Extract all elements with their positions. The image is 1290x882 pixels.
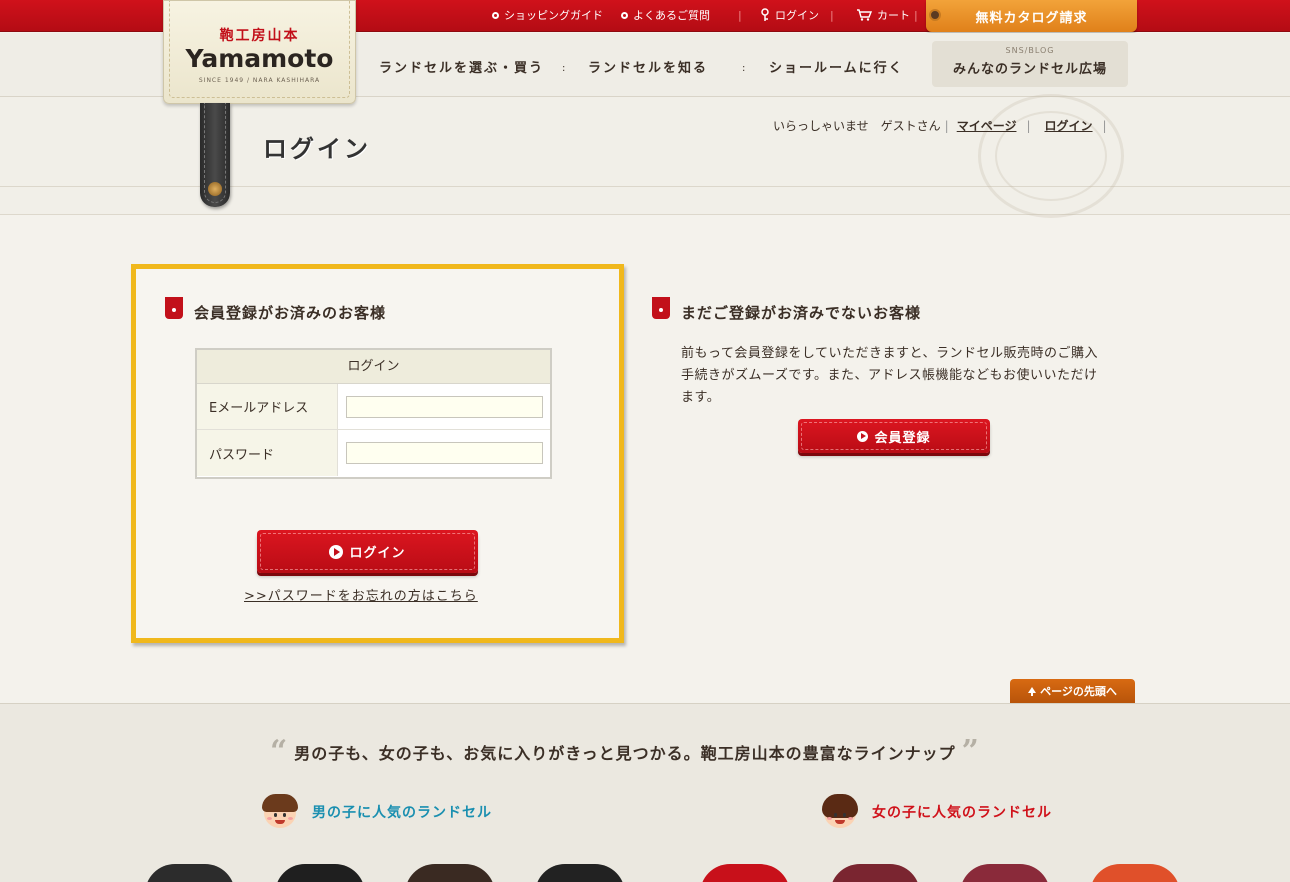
login-table-header: ログイン [197,350,550,384]
boys-randoseru-link[interactable]: 男の子に人気のランドセル [312,802,492,822]
boy-icon [261,792,299,830]
girl-icon [821,792,859,830]
password-row: パスワード [197,430,550,476]
greeting-text: いらっしゃいませ ゲストさん [773,119,941,133]
divider: | [738,8,742,22]
sns-caption: SNS/BLOG [1005,46,1055,55]
lineup-section [0,703,1290,882]
key-icon [761,8,769,21]
login-form-table: ログイン Eメールアドレス パスワード [195,348,552,479]
arrow-up-icon [1028,687,1037,696]
guest-heading: まだご登録がお済みでないお客様 [681,304,922,322]
free-catalog-button[interactable]: 無料カタログ請求 [926,0,1137,32]
divider: | [914,8,918,22]
top-login-link[interactable]: ログイン [760,7,819,23]
logo-jp: 鞄工房山本 [219,28,300,44]
bullet-icon [621,11,628,19]
password-input[interactable] [346,442,543,464]
bullet-icon [492,11,499,19]
rivet-icon [929,9,941,21]
logo-since: SINCE 1949 / NARA KASHIHARA [198,77,321,84]
leather-strap-decoration [200,103,230,207]
email-row: Eメールアドレス [197,384,550,430]
nav-separator: : [742,63,746,74]
play-icon [329,544,344,559]
register-button[interactable]: 会員登録 [798,419,990,453]
lineup-heading: “ 男の子も、女の子も、お気に入りがきっと見つかる。鞄工房山本の豊富なラインナッ… [270,734,980,769]
faq-link[interactable]: よくあるご質問 [621,7,710,23]
login-button[interactable]: ログイン [257,530,478,573]
girls-randoseru-link[interactable]: 女の子に人気のランドセル [872,802,1052,822]
greeting-login-link[interactable]: ログイン [1045,117,1093,134]
page-title: ログイン [263,135,371,163]
email-label: Eメールアドレス [197,384,338,429]
nav-separator: : [562,63,566,74]
cart-icon [857,9,872,21]
play-icon [857,430,869,442]
nav-learn[interactable]: ランドセルを知る [588,57,708,76]
nav-choose-buy[interactable]: ランドセルを選ぶ・買う [379,57,544,76]
email-input[interactable] [346,395,543,418]
shopping-guide-link[interactable]: ショッピングガイド [492,7,603,23]
member-heading: 会員登録がお済みのお客様 [194,304,387,322]
close-quote-icon: ” [961,734,980,769]
nav-showroom[interactable]: ショールームに行く [769,57,904,76]
page-top-button[interactable]: ページの先頭へ [1010,679,1135,703]
logo-en: Yamamoto [185,44,334,73]
site-logo[interactable]: 鞄工房山本 Yamamoto SINCE 1949 / NARA KASHIHA… [163,0,356,104]
open-quote-icon: “ [270,734,289,769]
forgot-password-link[interactable]: >>パスワードをお忘れの方はこちら [244,585,478,604]
cart-link[interactable]: カート [856,7,910,23]
divider: | [830,8,834,22]
sns-label: みんなのランドセル広場 [952,62,1107,77]
ribbon-icon [165,297,183,319]
stud-icon [208,182,222,196]
sns-blog-button[interactable]: SNS/BLOG みんなのランドセル広場 [932,41,1128,87]
brand-stamp-watermark [978,94,1124,218]
password-label: パスワード [197,430,338,476]
greeting-bar: いらっしゃいませ ゲストさん | マイページ | ログイン | [773,117,1107,134]
mypage-link[interactable]: マイページ [957,117,1017,134]
ribbon-icon [652,297,670,319]
register-intro-text: 前もって会員登録をしていただきますと、ランドセル販売時のご購入手続きがズムーズで… [681,346,1098,405]
